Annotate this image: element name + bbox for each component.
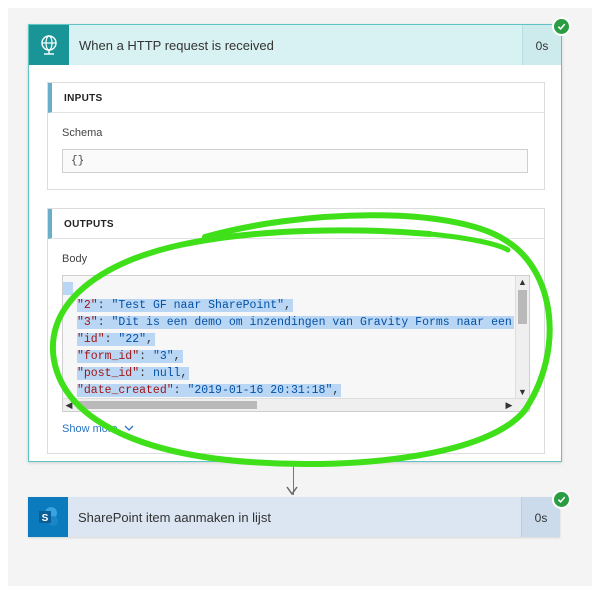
code-line: "form_id": "3", [63,348,515,365]
json-key: "2" [77,299,98,312]
trigger-success-check-icon [552,17,571,36]
horizontal-scrollbar[interactable]: ◀ ▶ [63,398,529,411]
code-line: "date_created": "2019-01-16 20:31:18", [63,382,515,399]
json-value: "22" [118,333,147,346]
inputs-header: INPUTS [48,83,544,113]
trigger-card-header[interactable]: When a HTTP request is received 0s [29,25,561,65]
json-punctuation: , [332,384,340,397]
sharepoint-action-card[interactable]: S SharePoint item aanmaken in lijst 0s [28,497,560,537]
json-key: "form_id" [77,350,140,363]
body-code-viewer[interactable]: ​ "2": "Test GF naar SharePoint", "3": "D… [62,275,530,412]
sharepoint-icon: S [28,497,68,537]
body-label: Body [62,253,88,265]
selected-text: "2": "Test GF naar SharePoint", [77,299,293,312]
arrow-down-icon [286,486,298,496]
http-trigger-card[interactable]: When a HTTP request is received 0s INPUT… [28,24,562,462]
code-line-open: ​ [63,280,515,297]
scroll-left-icon[interactable]: ◀ [63,399,75,411]
svg-text:S: S [42,513,49,524]
json-punctuation: , [146,333,153,346]
show-more-label: Show more [62,423,118,435]
json-punctuation: , [180,367,188,380]
json-punctuation: , [173,350,181,363]
outputs-section: OUTPUTS Body ​ "2": "Test GF naar ShareP… [47,208,545,454]
scroll-down-icon[interactable]: ▼ [516,386,529,398]
inputs-section: INPUTS Schema {} [47,82,545,190]
globe-request-icon [29,25,69,65]
inputs-header-label: INPUTS [64,93,103,104]
trigger-title: When a HTTP request is received [79,38,274,53]
action-success-check-icon [552,490,571,509]
schema-field[interactable]: {} [62,149,528,173]
selected-text: "form_id": "3", [77,350,183,363]
code-line: "id": "22", [63,331,515,348]
vertical-scroll-thumb[interactable] [518,290,527,324]
selected-text: "date_created": "2019-01-16 20:31:18", [77,384,342,397]
schema-label: Schema [62,127,103,139]
json-key: "post_id" [77,367,140,380]
vertical-scrollbar[interactable]: ▲ ▼ [515,276,529,398]
json-value: "Dit is een demo om inzendingen van Grav… [111,316,512,329]
action-title: SharePoint item aanmaken in lijst [78,510,271,525]
json-punctuation: , [284,299,291,312]
scroll-up-icon[interactable]: ▲ [516,276,529,288]
json-key: "id" [77,333,105,346]
json-value: "2019-01-16 20:31:18" [187,384,333,397]
json-value: null [152,367,181,380]
schema-value: {} [71,155,85,167]
outputs-header: OUTPUTS [48,209,544,239]
json-key: "3" [77,316,98,329]
code-lines: ​ "2": "Test GF naar SharePoint", "3": "D… [63,280,515,411]
horizontal-scroll-thumb[interactable] [77,401,257,409]
json-value: "Test GF naar SharePoint" [111,299,285,312]
outputs-header-label: OUTPUTS [64,219,114,230]
scroll-right-icon[interactable]: ▶ [503,399,515,411]
code-line: "post_id": null, [63,365,515,382]
code-line: "3": "Dit is een demo om inzendingen van… [63,314,515,331]
show-more-link[interactable]: Show more [62,423,134,435]
json-value: "3" [152,350,174,363]
chevron-down-icon [124,425,134,431]
code-line: "2": "Test GF naar SharePoint", [63,297,515,314]
selected-text: "post_id": null, [77,367,190,380]
json-key: "date_created" [77,384,174,397]
selected-text: "id": "22", [77,333,155,346]
selected-text: "3": "Dit is een demo om inzendingen van… [77,316,514,329]
